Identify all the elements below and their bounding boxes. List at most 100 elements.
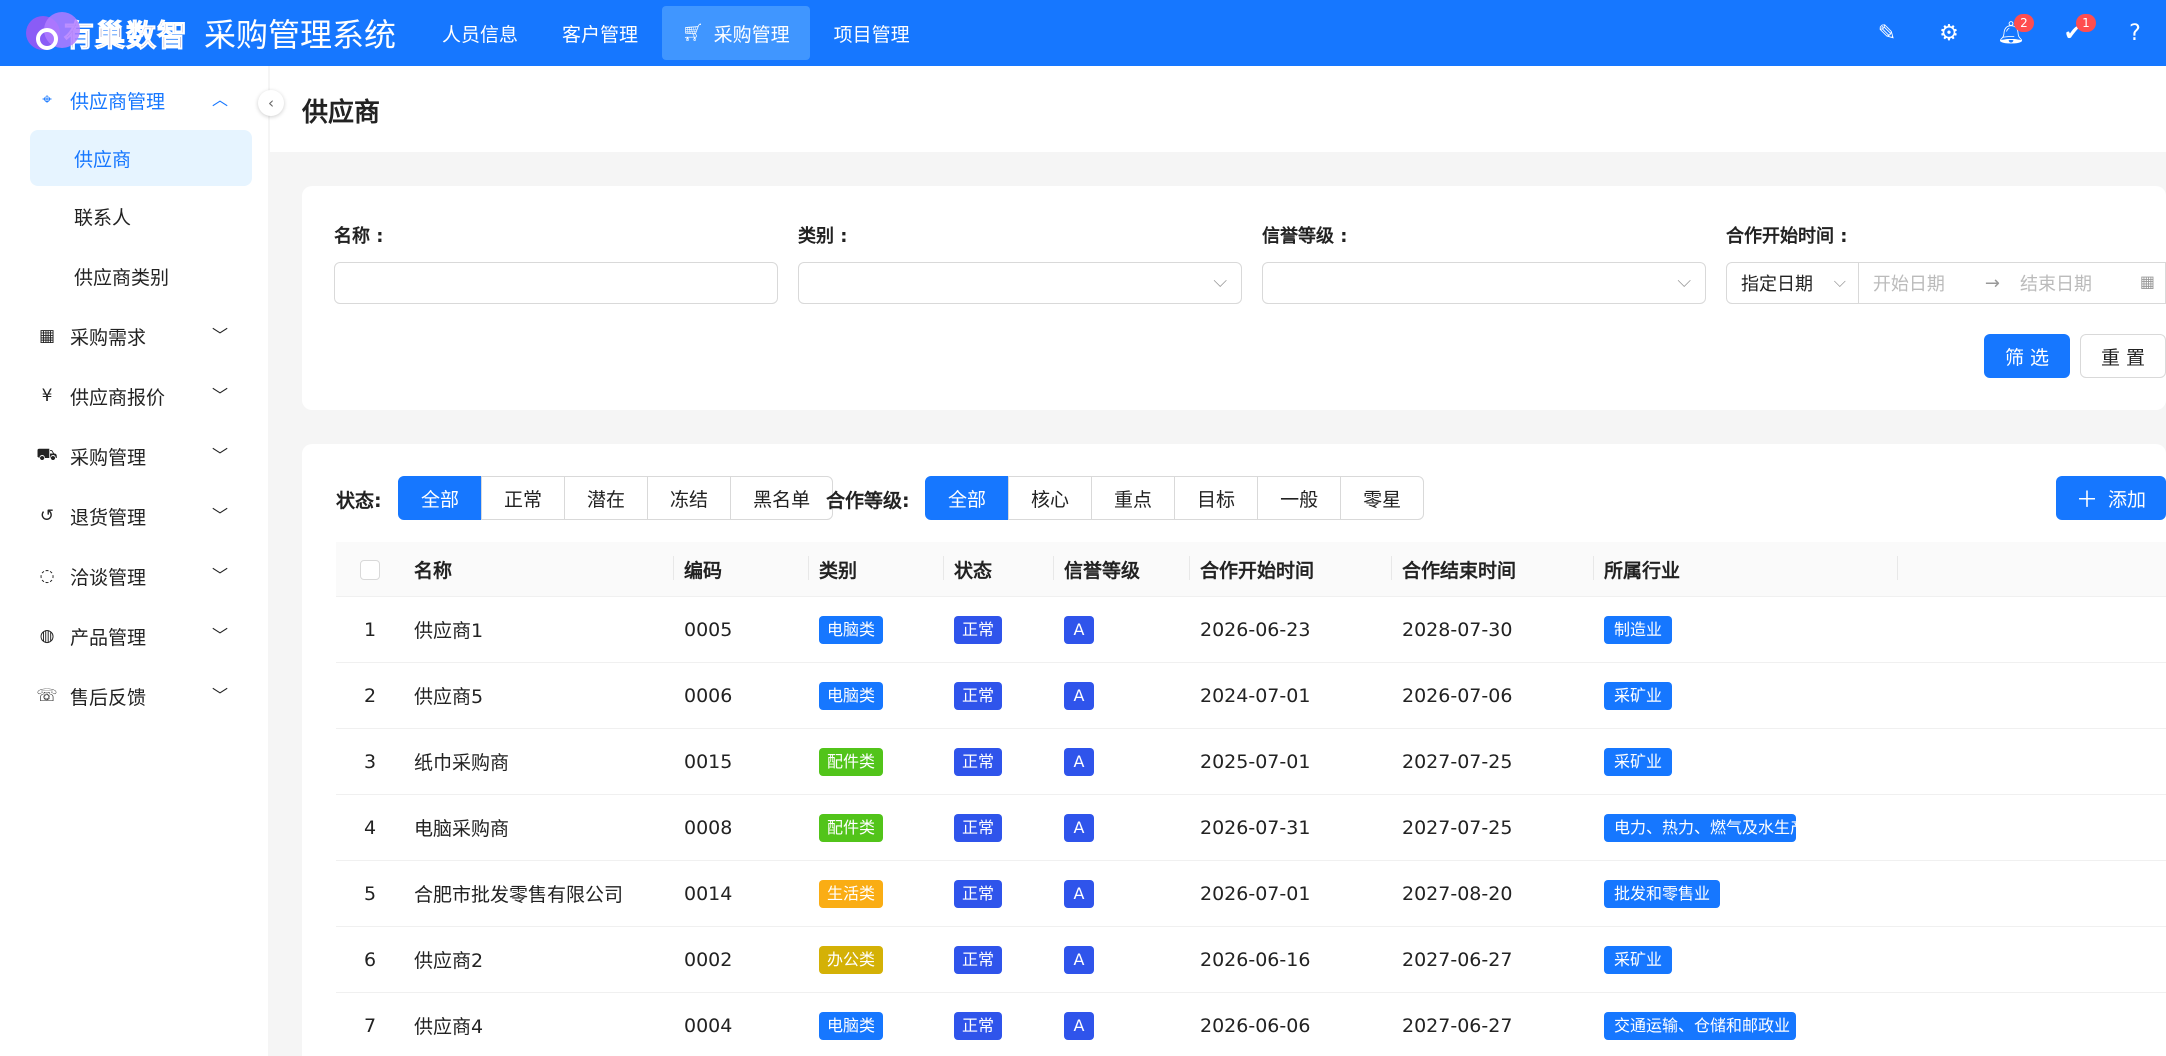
level-option-5[interactable]: 零星 xyxy=(1340,476,1425,520)
end-date: 2026-07-06 xyxy=(1392,662,1594,729)
credit-cell: A xyxy=(1054,926,1190,993)
chevron-down-icon: ⌵ xyxy=(1677,271,1691,292)
status-option-4[interactable]: 黑名单 xyxy=(730,476,834,520)
chevron-down-icon: ⌵ xyxy=(1833,272,1846,291)
gear-icon[interactable]: ⚙ xyxy=(1918,0,1980,66)
industry-cell: 采矿业 xyxy=(1594,728,1898,795)
column-header-6: 合作结束时间 xyxy=(1392,542,1594,597)
level-option-1[interactable]: 核心 xyxy=(1008,476,1093,520)
chevron-down-icon: ⌵ xyxy=(1213,271,1227,292)
credit-select[interactable]: ⌵ xyxy=(1262,262,1706,304)
table-row[interactable]: 1供应商10005电脑类正常A2026-06-232028-07-30制造业◉查… xyxy=(336,596,2166,663)
topnav-item-2[interactable]: 🛒︎ 采购管理 xyxy=(662,6,810,60)
app-logo[interactable]: 有巢数智 采购管理系统 xyxy=(0,0,396,66)
supplier-code: 0015 xyxy=(674,728,809,795)
sidebar-sub-item-2[interactable]: 供应商类别 xyxy=(0,246,268,306)
sidebar-group-5[interactable]: ◌ 洽谈管理 ﹀ xyxy=(0,546,268,606)
category-tag: 电脑类 xyxy=(819,681,884,710)
table-row[interactable]: 4 电脑采购商 0008 配件类 正常 A 2026-07-31 2027-07-25 电力、热… xyxy=(336,794,2166,861)
topnav-item-3[interactable]: 项目管理 xyxy=(814,6,930,60)
sidebar-sub-item-1[interactable]: 联系人 xyxy=(0,186,268,246)
name-filter: 名称 : xyxy=(334,222,778,304)
sidebar-group-label: 产品管理 xyxy=(70,626,147,649)
name-input[interactable] xyxy=(334,262,778,304)
category-select[interactable]: ⌵ xyxy=(798,262,1242,304)
start-date: 2024-07-01 xyxy=(1190,662,1392,729)
topnav-item-label: 采购管理 xyxy=(713,23,790,46)
sidebar-group-4[interactable]: ↺ 退货管理 ﹀ xyxy=(0,486,268,546)
status-badge: 正常 xyxy=(954,747,1003,776)
bell-icon[interactable]: 🔔︎ 2 xyxy=(1980,0,2042,66)
industry-cell: 批发和零售业 xyxy=(1594,860,1898,927)
row-index: 1 xyxy=(336,596,404,663)
sidebar-group-2[interactable]: ¥ 供应商报价 ﹀ xyxy=(0,366,268,426)
credit-cell: A xyxy=(1054,992,1190,1056)
topnav-item-0[interactable]: 人员信息 xyxy=(422,6,538,60)
filter-button[interactable]: 筛 选 xyxy=(1984,334,2070,378)
level-option-3[interactable]: 目标 xyxy=(1174,476,1259,520)
check-circle-icon[interactable]: ✔ 1 xyxy=(2042,0,2104,66)
row-index: 5 xyxy=(336,860,404,927)
sidebar-sub-item-0[interactable]: 供应商 xyxy=(30,130,252,186)
supplier-name: 供应商4 xyxy=(404,992,674,1056)
level-option-0[interactable]: 全部 xyxy=(925,476,1010,520)
spacer-cell xyxy=(1898,794,2166,861)
category-tag: 电脑类 xyxy=(819,615,884,644)
spacer-cell xyxy=(1898,662,2166,729)
sidebar-group-7[interactable]: ☏ 售后反馈 ﹀ xyxy=(0,666,268,726)
table-card: 状态: 全部 正常 潜在 冻结 黑名单 合作等级: 全部 核心 重点 目标 一般 零星 ＋添加 名… xyxy=(302,444,2166,1056)
status-option-0[interactable]: 全部 xyxy=(398,476,483,520)
category-cell: 办公类 xyxy=(809,926,944,993)
date-range-picker[interactable]: 开始日期 → 结束日期 ▦ xyxy=(1858,262,2166,304)
page-title-bar: 供应商 xyxy=(270,66,2166,152)
sidebar-group-label: 售后反馈 xyxy=(70,686,147,709)
level-option-2[interactable]: 重点 xyxy=(1091,476,1176,520)
status-option-1[interactable]: 正常 xyxy=(481,476,566,520)
status-cell: 正常 xyxy=(944,860,1054,927)
column-header-label: 所属行业 xyxy=(1604,559,1681,582)
table-row[interactable]: 5 合肥市批发零售有限公司 0014 生活类 正常 A 2026-07-01 2027-08-… xyxy=(336,860,2166,927)
sidebar-group-6[interactable]: ◍ 产品管理 ﹀ xyxy=(0,606,268,666)
sidebar-group-label: 供应商报价 xyxy=(70,386,166,409)
sidebar-group-1[interactable]: ▦ 采购需求 ﹀ xyxy=(0,306,268,366)
start-time-filter: 合作开始时间 : 指定日期 ⌵ 开始日期 → 结束日期 ▦ xyxy=(1726,222,2166,304)
spacer-cell xyxy=(1898,860,2166,927)
start-date-placeholder: 开始日期 xyxy=(1872,274,1945,295)
end-date-placeholder: 结束日期 xyxy=(2019,274,2092,295)
sidebar-group-0[interactable]: ⌖ 供应商管理 ︿ xyxy=(0,70,268,130)
sidebar-collapse-button[interactable]: ‹ xyxy=(258,90,284,116)
start-date: 2026-07-01 xyxy=(1190,860,1392,927)
status-option-3[interactable]: 冻结 xyxy=(647,476,732,520)
brush-icon[interactable]: ✎ xyxy=(1856,0,1918,66)
industry-tag: 批发和零售业 xyxy=(1604,879,1721,908)
table-row[interactable]: 7 供应商4 0004 电脑类 正常 A 2026-06-06 2027-06-27 交通运输、… xyxy=(336,992,2166,1056)
truck-icon: ⛟ xyxy=(36,445,58,465)
status-cell: 正常 xyxy=(944,728,1054,795)
row-index: 6 xyxy=(336,926,404,993)
add-button[interactable]: ＋ 添加 xyxy=(2056,476,2166,520)
category-cell: 电脑类 xyxy=(809,662,944,729)
spacer-cell xyxy=(1898,926,2166,993)
name-label: 名称 : xyxy=(334,226,384,247)
plus-icon: ＋ xyxy=(2075,488,2098,513)
chevron-up-icon: ︿ xyxy=(211,90,228,109)
reset-button[interactable]: 重 置 xyxy=(2080,334,2166,378)
sidebar-group-3[interactable]: ⛟ 采购管理 ﹀ xyxy=(0,426,268,486)
topnav-item-1[interactable]: 客户管理 xyxy=(542,6,658,60)
table-row[interactable]: 3纸巾采购商0015配件类正常A2025-07-012027-07-25采矿业◉… xyxy=(336,728,2166,795)
column-header-label: 状态 xyxy=(954,559,993,582)
level-segmented: 全部 核心 重点 目标 一般 零星 xyxy=(925,476,1425,520)
date-mode-select[interactable]: 指定日期 ⌵ xyxy=(1726,262,1859,304)
table-row[interactable]: 2供应商50006电脑类正常A2024-07-012026-07-06采矿业◉查… xyxy=(336,662,2166,729)
level-option-4[interactable]: 一般 xyxy=(1257,476,1342,520)
credit-badge: A xyxy=(1064,813,1094,842)
topnav-item-label: 客户管理 xyxy=(562,23,639,46)
column-header-2: 类别 xyxy=(809,542,944,597)
end-date: 2028-07-30 xyxy=(1392,596,1594,663)
select-all-checkbox[interactable] xyxy=(360,559,380,580)
table-row[interactable]: 6供应商20002办公类正常A2026-06-162027-06-27采矿业◉查… xyxy=(336,926,2166,993)
help-icon[interactable]: ? xyxy=(2104,0,2166,66)
top-header: 有巢数智 采购管理系统 人员信息 客户管理 🛒︎ 采购管理 项目管理 ✎ ⚙ 🔔︎ 2 ✔… xyxy=(0,0,2166,66)
status-option-2[interactable]: 潜在 xyxy=(564,476,649,520)
category-tag: 电脑类 xyxy=(819,1011,884,1040)
